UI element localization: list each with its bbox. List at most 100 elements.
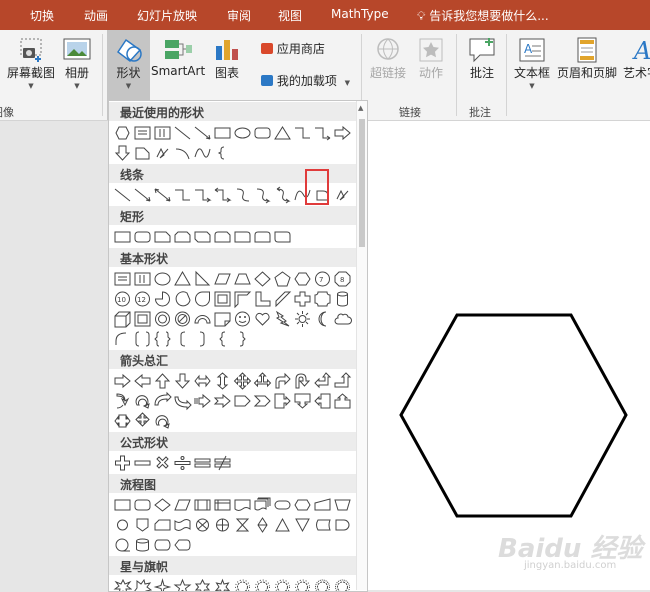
right-triangle-shape-icon[interactable] (193, 269, 212, 289)
down-arrow-callout-shape-icon[interactable] (293, 391, 312, 411)
sequential-access-storage-shape-icon[interactable] (113, 535, 132, 555)
trapezoid-shape-icon[interactable] (233, 269, 252, 289)
pentagon-shape-icon[interactable] (273, 269, 292, 289)
rectangle-shape-icon[interactable] (113, 227, 132, 247)
vertical-textbox-shape-icon[interactable] (133, 269, 152, 289)
sort-shape-icon[interactable] (253, 515, 272, 535)
screenshot-button[interactable]: 屏幕截图 ▼ (6, 36, 56, 90)
snip-diagonal-rect-shape-icon[interactable] (193, 227, 212, 247)
smiley-face-shape-icon[interactable] (233, 309, 252, 329)
preparation-shape-icon[interactable] (293, 495, 312, 515)
u-turn-arrow-shape-icon[interactable] (293, 371, 312, 391)
right-brace-shape-icon[interactable] (233, 329, 252, 349)
octagon-shape-icon[interactable]: 8 (333, 269, 352, 289)
moon-shape-icon[interactable] (313, 309, 332, 329)
curved-connector-shape-icon[interactable] (233, 185, 252, 205)
collate-shape-icon[interactable] (233, 515, 252, 535)
gallery-scrollbar[interactable]: ▲ (356, 101, 367, 590)
summing-junction-shape-icon[interactable] (193, 515, 212, 535)
curved-right-arrow-shape-icon[interactable] (113, 391, 132, 411)
notched-right-arrow-shape-icon[interactable] (213, 391, 232, 411)
manual-operation-shape-icon[interactable] (333, 495, 352, 515)
frame-shape-icon[interactable] (213, 289, 232, 309)
pie-shape-icon[interactable] (153, 289, 172, 309)
plus-shape-icon[interactable] (293, 289, 312, 309)
punched-tape-shape-icon[interactable] (173, 515, 192, 535)
double-brace-shape-icon[interactable] (153, 329, 172, 349)
stored-data-shape-icon[interactable] (313, 515, 332, 535)
tab-review[interactable]: 审阅 (227, 7, 251, 24)
down-arrow-shape-icon[interactable] (173, 371, 192, 391)
double-bracket-shape-icon[interactable] (133, 329, 152, 349)
divide-shape-icon[interactable] (173, 453, 192, 473)
pentagon-arrow-shape-icon[interactable] (233, 391, 252, 411)
cube-shape-icon[interactable] (113, 309, 132, 329)
right-arrow-shape-icon[interactable] (333, 123, 352, 143)
direct-access-storage-shape-icon[interactable] (153, 535, 172, 555)
arc-shape-icon[interactable] (173, 143, 192, 163)
snip-rect-shape-icon[interactable] (133, 143, 152, 163)
line-shape-icon[interactable] (113, 185, 132, 205)
round-same-side-rect-shape-icon[interactable] (253, 227, 272, 247)
hexagon-shape-icon[interactable] (293, 269, 312, 289)
rounded-rect-shape-icon[interactable] (253, 123, 272, 143)
left-right-arrow-callout-shape-icon[interactable] (113, 411, 132, 431)
left-bracket-shape-icon[interactable] (173, 329, 192, 349)
snip-same-side-rect-shape-icon[interactable] (173, 227, 192, 247)
sun-shape-icon[interactable] (293, 309, 312, 329)
equal-shape-icon[interactable] (193, 453, 212, 473)
plus-shape-icon[interactable] (113, 453, 132, 473)
elbow-double-arrow-shape-icon[interactable] (213, 185, 232, 205)
right-bracket-shape-icon[interactable] (193, 329, 212, 349)
snip-round-rect-shape-icon[interactable] (213, 227, 232, 247)
down-arrow-shape-icon[interactable] (113, 143, 132, 163)
left-brace-shape-icon[interactable] (213, 329, 232, 349)
scrollbar-thumb[interactable] (359, 119, 365, 247)
decision-shape-icon[interactable] (153, 495, 172, 515)
chord-shape-icon[interactable] (173, 289, 192, 309)
triangle-shape-icon[interactable] (273, 123, 292, 143)
l-shape-icon[interactable] (253, 289, 272, 309)
curved-up-arrow-shape-icon[interactable] (173, 391, 192, 411)
header-footer-button[interactable]: 页眉和页脚 (556, 36, 618, 81)
smartart-button[interactable]: SmartArt (151, 36, 205, 78)
terminator-shape-icon[interactable] (273, 495, 292, 515)
folded-corner-shape-icon[interactable] (213, 309, 232, 329)
cloud-shape-icon[interactable] (333, 309, 352, 329)
tab-animations[interactable]: 动画 (84, 7, 108, 24)
delay-shape-icon[interactable] (333, 515, 352, 535)
bent-arrow-shape-icon[interactable] (273, 371, 292, 391)
diamond-shape-icon[interactable] (253, 269, 272, 289)
arrow-line-shape-icon[interactable] (193, 123, 212, 143)
double-arrow-line-shape-icon[interactable] (153, 185, 172, 205)
donut-shape-icon[interactable] (153, 309, 172, 329)
comment-button[interactable]: 批注 (464, 36, 500, 81)
bevel-shape-icon[interactable] (133, 309, 152, 329)
elbow-connector-shape-icon[interactable] (173, 185, 192, 205)
quad-arrow-shape-icon[interactable] (233, 371, 252, 391)
dodecagon-shape-icon[interactable]: 12 (133, 289, 152, 309)
up-arrow-shape-icon[interactable] (153, 371, 172, 391)
predefined-process-shape-icon[interactable] (193, 495, 212, 515)
lightning-bolt-shape-icon[interactable] (273, 309, 292, 329)
chart-button[interactable]: 图表 (211, 36, 243, 81)
offpage-connector-shape-icon[interactable] (133, 515, 152, 535)
left-right-arrow-shape-icon[interactable] (193, 371, 212, 391)
slide-canvas[interactable]: Baidu 经验 jingyan.baidu.com (368, 121, 650, 590)
left-right-up-arrow-shape-icon[interactable] (253, 371, 272, 391)
textbox-shape-icon[interactable] (113, 269, 132, 289)
arc-shape-icon[interactable] (113, 329, 132, 349)
heart-shape-icon[interactable] (253, 309, 272, 329)
tab-transitions[interactable]: 切换 (30, 7, 54, 24)
tell-me-box[interactable]: 💡︎ 告诉我您想要做什么... (417, 7, 549, 24)
right-arrow-shape-icon[interactable] (113, 371, 132, 391)
tab-mathtype[interactable]: MathType (331, 7, 389, 21)
process-shape-icon[interactable] (113, 495, 132, 515)
curved-down-arrow-shape-icon[interactable] (153, 391, 172, 411)
merge-shape-icon[interactable] (293, 515, 312, 535)
hyperlink-button[interactable]: 超链接 (368, 36, 408, 81)
heptagon-shape-icon[interactable]: 7 (313, 269, 332, 289)
extract-shape-icon[interactable] (273, 515, 292, 535)
chevron-shape-icon[interactable] (253, 391, 272, 411)
connector-shape-icon[interactable] (113, 515, 132, 535)
